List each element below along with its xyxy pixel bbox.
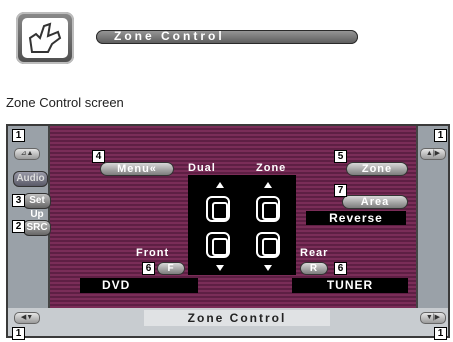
rear-source: TUNER bbox=[292, 278, 408, 293]
header-title-bar: Zone Control bbox=[96, 29, 358, 44]
arrow-up-icon bbox=[264, 182, 272, 188]
callout-1: 1 bbox=[434, 129, 447, 142]
rear-button[interactable]: R bbox=[300, 262, 328, 275]
callout-1: 1 bbox=[12, 327, 25, 340]
menu-button[interactable]: Menu« bbox=[100, 162, 174, 176]
arrow-down-icon bbox=[216, 265, 224, 271]
area-button[interactable]: Area bbox=[342, 195, 408, 209]
seat-front-right-icon bbox=[256, 196, 280, 222]
zone-button[interactable]: Zone bbox=[346, 162, 408, 176]
front-source: DVD bbox=[80, 278, 198, 293]
zone-control-hand-icon bbox=[16, 12, 74, 64]
screen-caption: Zone Control screen bbox=[6, 95, 124, 110]
dual-label: Dual bbox=[188, 162, 216, 174]
callout-7: 7 bbox=[334, 184, 347, 197]
seat-rear-left-icon bbox=[206, 232, 230, 258]
callout-2: 2 bbox=[12, 220, 25, 233]
corner-button-top-left[interactable]: ⊿▲ bbox=[14, 148, 40, 160]
callout-4: 4 bbox=[92, 150, 105, 163]
zone-label: Zone bbox=[256, 162, 287, 174]
seat-rear-right-icon bbox=[256, 232, 280, 258]
corner-button-bottom-right[interactable]: ▼|▶ bbox=[420, 312, 446, 324]
src-button[interactable]: SRC bbox=[23, 220, 51, 236]
header-title: Zone Control bbox=[114, 29, 225, 43]
rear-label: Rear bbox=[300, 247, 329, 259]
corner-button-top-right[interactable]: ▲|▶ bbox=[420, 148, 446, 160]
arrow-down-icon bbox=[264, 265, 272, 271]
corner-button-bottom-left[interactable]: ◀▼ bbox=[14, 312, 40, 324]
callout-1: 1 bbox=[434, 327, 447, 340]
callout-3: 3 bbox=[12, 194, 25, 207]
seat-diagram bbox=[188, 175, 296, 275]
callout-6: 6 bbox=[334, 262, 347, 275]
setup-button[interactable]: Set Up bbox=[23, 193, 51, 220]
callout-5: 5 bbox=[334, 150, 347, 163]
front-button[interactable]: F bbox=[157, 262, 185, 275]
reverse-label: Reverse bbox=[306, 211, 406, 225]
callout-1: 1 bbox=[12, 129, 25, 142]
seat-front-left-icon bbox=[206, 196, 230, 222]
audio-button[interactable]: Audio bbox=[13, 171, 48, 187]
callout-6: 6 bbox=[142, 262, 155, 275]
arrow-up-icon bbox=[216, 182, 224, 188]
front-label: Front bbox=[136, 247, 170, 259]
bottom-title: Zone Control bbox=[144, 310, 330, 326]
